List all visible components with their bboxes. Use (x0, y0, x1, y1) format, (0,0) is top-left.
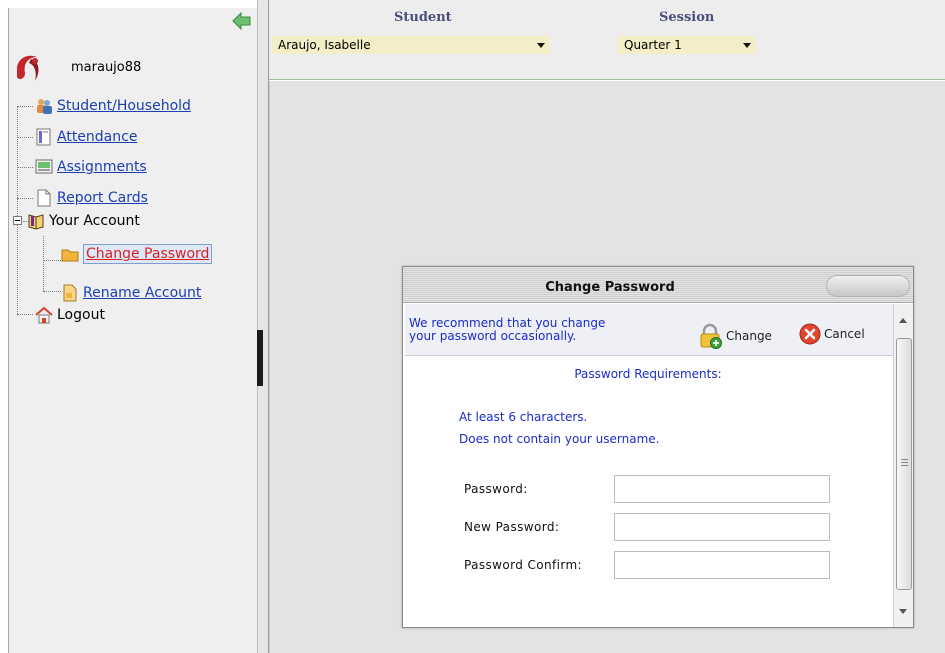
tree-connector (17, 106, 33, 107)
password-label: Password: (464, 482, 528, 496)
recommendation-text: We recommend that you change your passwo… (409, 317, 699, 343)
password-confirm-field[interactable] (614, 551, 830, 579)
username-label: maraujo88 (71, 60, 142, 75)
change-button-label: Change (726, 329, 772, 343)
sidebar-item-label[interactable]: Change Password (86, 246, 209, 262)
password-field[interactable] (614, 475, 830, 503)
chevron-down-icon[interactable] (537, 43, 545, 48)
session-select-value: Quarter 1 (624, 38, 682, 52)
sidebar-item-rename-account[interactable]: Rename Account (61, 282, 201, 304)
collapse-node-toggle[interactable] (13, 216, 22, 225)
tree-connector (43, 236, 44, 291)
sidebar-item-label[interactable]: Report Cards (57, 190, 148, 206)
cancel-button[interactable]: Cancel (799, 323, 865, 345)
lock-add-icon (700, 323, 722, 349)
your-account-icon (28, 214, 44, 230)
password-confirm-label: Password Confirm: (464, 558, 583, 572)
sidebar-item-your-account[interactable]: Your Account (27, 210, 140, 232)
recommendation-line: your password occasionally. (409, 329, 577, 343)
session-label: Session (659, 10, 715, 25)
sidebar-item-label: Your Account (49, 213, 140, 229)
sidebar-item-logout[interactable]: Logout (35, 304, 105, 326)
student-select[interactable]: Araujo, Isabelle (272, 36, 550, 54)
sidebar-item-attendance[interactable]: Attendance (35, 126, 137, 148)
sidebar-item-label[interactable]: Assignments (57, 159, 147, 175)
tree-connector (17, 198, 33, 199)
tree-connector (17, 314, 33, 315)
cancel-icon (799, 323, 821, 345)
sidebar-item-change-password[interactable]: Change Password (61, 240, 213, 268)
requirement-item: Does not contain your username. (459, 432, 660, 446)
new-password-field[interactable] (614, 513, 830, 541)
student-label: Student (394, 10, 452, 25)
splitter-handle[interactable] (257, 330, 263, 386)
dialog-title: Change Password (545, 280, 675, 295)
sidebar-item-label[interactable]: Student/Household (57, 98, 191, 114)
user-logo-icon (17, 55, 39, 81)
scroll-down-arrow-icon[interactable] (899, 609, 907, 614)
scroll-up-arrow-icon[interactable] (899, 318, 907, 323)
attendance-icon (36, 128, 51, 146)
tree-connector (43, 260, 61, 261)
requirements-heading: Password Requirements: (574, 367, 722, 381)
app-window: maraujo88 Student/Household Attendance A… (0, 0, 945, 653)
sidebar: maraujo88 Student/Household Attendance A… (8, 8, 257, 653)
change-password-icon (61, 249, 79, 262)
new-password-label: New Password: (464, 520, 560, 534)
home-icon (35, 306, 53, 324)
dialog-toolbar: We recommend that you change your passwo… (405, 304, 893, 356)
assignments-icon (35, 159, 53, 174)
tree-connector (17, 137, 33, 138)
scroll-grip-icon (901, 459, 908, 466)
tree-connector (17, 167, 33, 168)
requirement-item: At least 6 characters. (459, 410, 588, 424)
sidebar-item-assignments[interactable]: Assignments (35, 156, 147, 178)
collapse-sidebar-arrow-icon[interactable] (232, 12, 252, 30)
dialog-titlebar[interactable]: Change Password (403, 267, 913, 303)
student-household-icon (37, 99, 52, 114)
chevron-down-icon[interactable] (743, 43, 751, 48)
rename-account-icon (63, 284, 77, 302)
sidebar-item-label[interactable]: Attendance (57, 129, 137, 145)
cancel-button-label: Cancel (824, 327, 865, 341)
sidebar-item-label[interactable]: Logout (57, 307, 105, 323)
student-select-value: Araujo, Isabelle (278, 38, 371, 52)
dialog-window-control[interactable] (826, 275, 910, 297)
sidebar-item-label[interactable]: Rename Account (83, 285, 201, 301)
sidebar-item-student-household[interactable]: Student/Household (35, 95, 191, 117)
selection-header: Student Session Araujo, Isabelle Quarter… (269, 0, 945, 80)
change-button[interactable]: Change (697, 323, 772, 349)
scroll-thumb[interactable] (896, 338, 912, 590)
panel-splitter[interactable] (257, 0, 269, 653)
session-select[interactable]: Quarter 1 (618, 36, 756, 54)
selected-item-highlight: Change Password (83, 244, 213, 264)
tree-connector (43, 291, 61, 292)
dialog-scrollbar[interactable] (893, 304, 913, 627)
report-cards-icon (37, 189, 51, 207)
sidebar-item-report-cards[interactable]: Report Cards (35, 187, 148, 209)
change-password-dialog: Change Password We recommend that you ch… (402, 266, 914, 628)
